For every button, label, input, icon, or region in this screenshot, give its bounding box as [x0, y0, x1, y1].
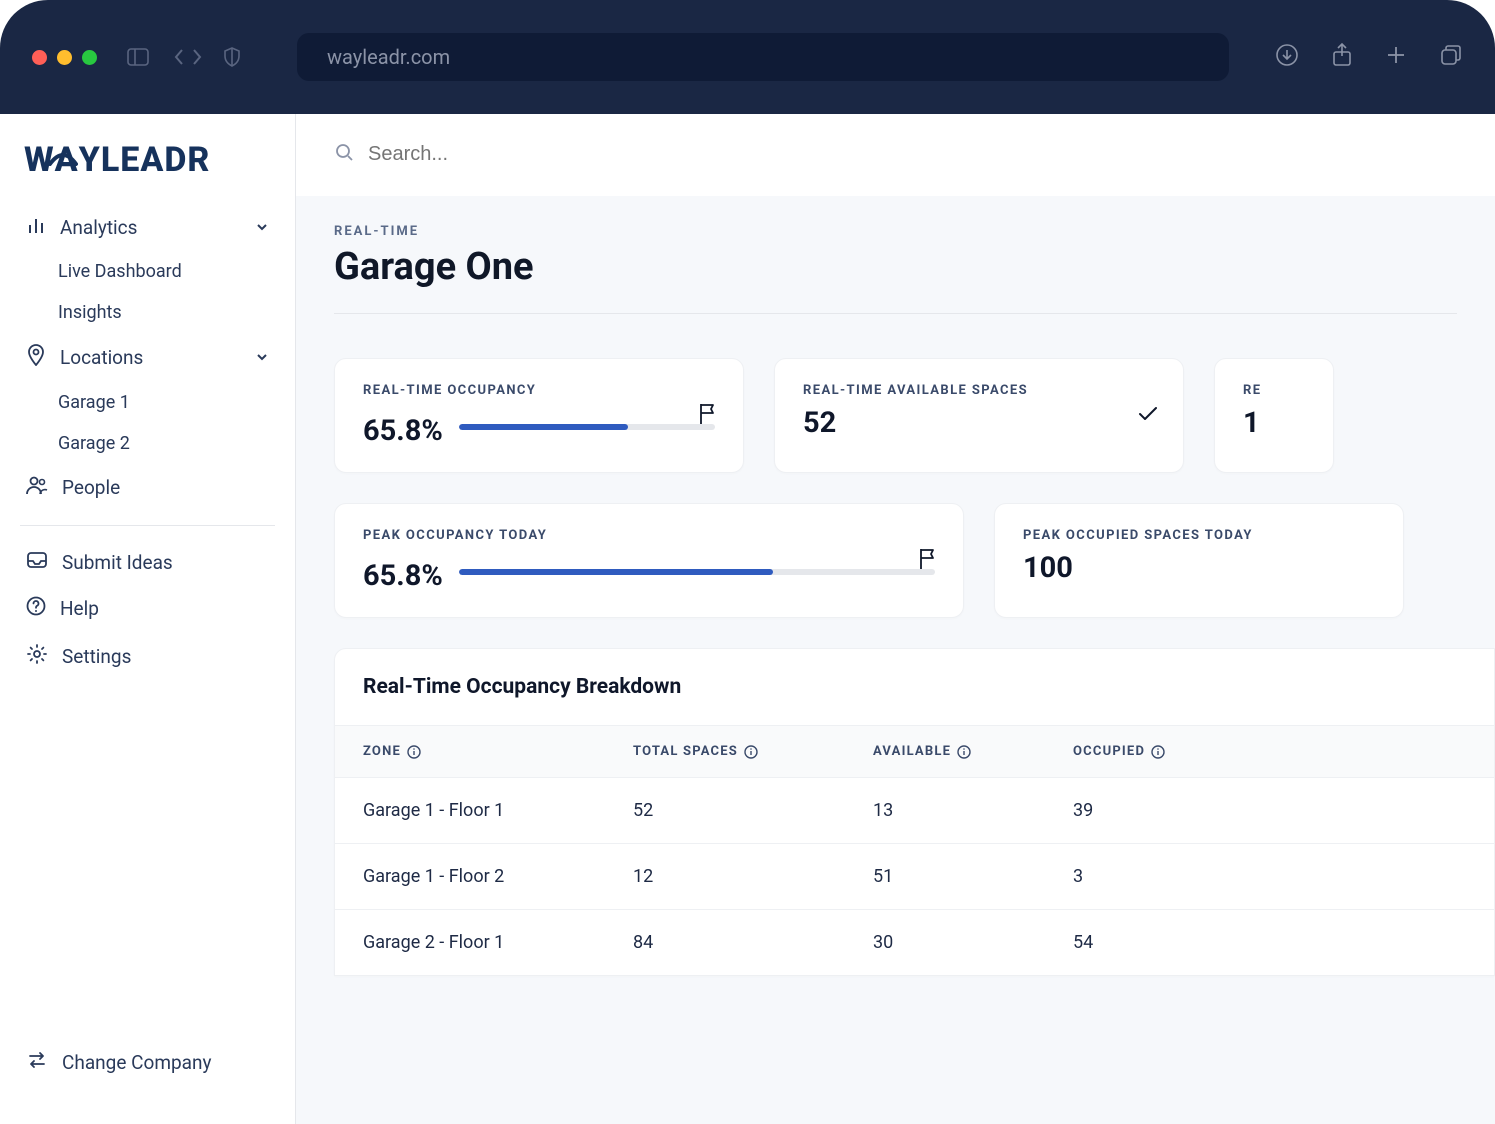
new-tab-icon[interactable]	[1385, 44, 1407, 70]
sidebar-item-people[interactable]: People	[20, 464, 275, 511]
cell-occupied: 39	[1073, 800, 1273, 821]
sidebar-subitem-garage-1[interactable]: Garage 1	[20, 382, 275, 423]
cell-zone: Garage 1 - Floor 1	[363, 800, 633, 821]
progress-bar	[459, 569, 935, 575]
sidebar-subitem-live-dashboard[interactable]: Live Dashboard	[20, 251, 275, 292]
card-peak-occupancy: PEAK OCCUPANCY TODAY 65.8%	[334, 503, 964, 618]
analytics-icon	[26, 215, 46, 240]
flag-icon	[917, 547, 939, 575]
cell-total: 84	[633, 932, 873, 953]
th-total[interactable]: TOTAL SPACES	[633, 744, 873, 759]
search-bar[interactable]	[296, 114, 1495, 196]
info-icon	[957, 745, 971, 759]
sidebar: WAYLEADR Analytics Live Dashboard Insigh…	[0, 114, 296, 1124]
sidebar-item-analytics[interactable]: Analytics	[20, 204, 275, 251]
maximize-window-button[interactable]	[82, 50, 97, 65]
sidebar-item-submit-ideas[interactable]: Submit Ideas	[20, 540, 275, 585]
cell-zone: Garage 1 - Floor 2	[363, 866, 633, 887]
sidebar-item-label: Locations	[60, 346, 143, 369]
cell-available: 13	[873, 800, 1073, 821]
card-value: 100	[1023, 551, 1403, 585]
sidebar-item-label: Help	[60, 597, 99, 620]
sidebar-toggle-icon[interactable]	[127, 48, 149, 66]
search-input[interactable]	[368, 143, 668, 166]
page-title: Garage One	[334, 239, 1495, 313]
info-icon	[1151, 745, 1165, 759]
divider	[334, 313, 1457, 314]
forward-icon[interactable]	[191, 48, 203, 66]
table-row: Garage 1 - Floor 1 52 13 39	[335, 778, 1494, 844]
help-icon	[26, 596, 46, 621]
main-content: REAL-TIME Garage One REAL-TIME OCCUPANCY…	[296, 114, 1495, 1124]
sidebar-subitem-garage-2[interactable]: Garage 2	[20, 423, 275, 464]
sidebar-item-label: Change Company	[62, 1051, 211, 1074]
card-value: 65.8%	[363, 559, 443, 593]
info-icon	[407, 745, 421, 759]
cell-zone: Garage 2 - Floor 1	[363, 932, 633, 953]
share-icon[interactable]	[1331, 42, 1353, 72]
address-bar[interactable]: wayleadr.com	[297, 33, 1229, 81]
card-partial-cutoff: RE 1	[1214, 358, 1334, 473]
th-available[interactable]: AVAILABLE	[873, 744, 1073, 759]
th-occupied[interactable]: OCCUPIED	[1073, 744, 1273, 759]
people-icon	[26, 475, 48, 500]
cell-occupied: 54	[1073, 932, 1273, 953]
flag-icon	[697, 402, 719, 430]
card-label: REAL-TIME OCCUPANCY	[363, 383, 715, 398]
card-label: PEAK OCCUPANCY TODAY	[363, 528, 935, 543]
card-label: REAL-TIME AVAILABLE SPACES	[803, 383, 1155, 398]
tabs-icon[interactable]	[1439, 43, 1463, 71]
card-realtime-occupancy: REAL-TIME OCCUPANCY 65.8%	[334, 358, 744, 473]
sidebar-item-label: Settings	[62, 645, 131, 668]
chevron-down-icon	[255, 216, 269, 239]
search-icon	[334, 142, 354, 167]
browser-chrome: wayleadr.com	[0, 0, 1495, 114]
sidebar-item-help[interactable]: Help	[20, 585, 275, 632]
card-label: PEAK OCCUPIED SPACES TODAY	[1023, 528, 1403, 543]
sidebar-item-locations[interactable]: Locations	[20, 333, 275, 382]
sidebar-subitem-insights[interactable]: Insights	[20, 292, 275, 333]
page-eyebrow: REAL-TIME	[334, 216, 1495, 239]
card-value: 52	[803, 406, 1155, 440]
occupancy-breakdown-table: Real-Time Occupancy Breakdown ZONE TOTAL…	[334, 648, 1495, 976]
cell-available: 51	[873, 866, 1073, 887]
downloads-icon[interactable]	[1275, 43, 1299, 71]
card-value: 1	[1243, 406, 1333, 440]
inbox-icon	[26, 551, 48, 574]
close-window-button[interactable]	[32, 50, 47, 65]
shield-icon[interactable]	[223, 47, 241, 67]
window-controls	[32, 50, 97, 65]
card-peak-occupied-spaces: PEAK OCCUPIED SPACES TODAY 100	[994, 503, 1404, 618]
brand-logo: WAYLEADR	[20, 140, 275, 204]
card-label: RE	[1243, 383, 1333, 398]
table-header-row: ZONE TOTAL SPACES AVAILABLE OCCUPIED	[335, 725, 1494, 778]
sidebar-item-label: People	[62, 476, 120, 499]
cell-total: 12	[633, 866, 873, 887]
card-value: 65.8%	[363, 414, 443, 448]
gear-icon	[26, 643, 48, 670]
back-icon[interactable]	[173, 48, 185, 66]
table-row: Garage 2 - Floor 1 84 30 54	[335, 910, 1494, 975]
swap-icon	[26, 1050, 48, 1075]
cell-total: 52	[633, 800, 873, 821]
card-realtime-available: REAL-TIME AVAILABLE SPACES 52	[774, 358, 1184, 473]
sidebar-item-label: Analytics	[60, 216, 137, 239]
check-icon	[1137, 405, 1159, 427]
cell-occupied: 3	[1073, 866, 1273, 887]
chevron-down-icon	[255, 346, 269, 369]
info-icon	[744, 745, 758, 759]
sidebar-item-label: Submit Ideas	[62, 551, 173, 574]
minimize-window-button[interactable]	[57, 50, 72, 65]
url-text: wayleadr.com	[327, 45, 450, 69]
progress-bar	[459, 424, 715, 430]
table-title: Real-Time Occupancy Breakdown	[335, 649, 1494, 725]
cell-available: 30	[873, 932, 1073, 953]
sidebar-item-settings[interactable]: Settings	[20, 632, 275, 681]
location-pin-icon	[26, 344, 46, 371]
sidebar-item-change-company[interactable]: Change Company	[20, 1039, 275, 1086]
th-zone[interactable]: ZONE	[363, 744, 633, 759]
divider	[20, 525, 275, 526]
table-row: Garage 1 - Floor 2 12 51 3	[335, 844, 1494, 910]
